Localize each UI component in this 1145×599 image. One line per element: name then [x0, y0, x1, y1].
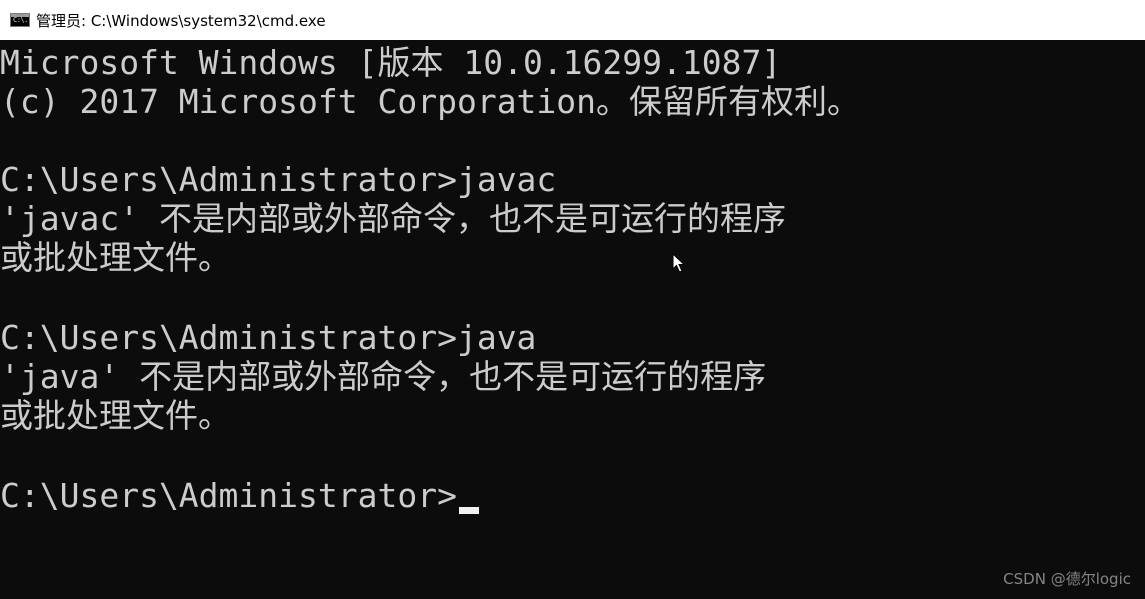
window-title: 管理员: C:\Windows\system32\cmd.exe — [36, 11, 326, 30]
console-line: 或批处理文件。 — [0, 396, 231, 435]
console-line: C:\Users\Administrator>java — [0, 318, 537, 357]
console-output[interactable]: Microsoft Windows [版本 10.0.16299.1087] (… — [0, 40, 1145, 599]
console-prompt-line[interactable]: C:\Users\Administrator> — [0, 476, 479, 515]
title-bar[interactable]: C:\. 管理员: C:\Windows\system32\cmd.exe — [0, 0, 1145, 40]
console-line: Microsoft Windows [版本 10.0.16299.1087] — [0, 43, 782, 82]
console-line: 'java' 不是内部或外部命令，也不是可运行的程序 — [0, 357, 767, 396]
console-prompt: C:\Users\Administrator> — [0, 476, 457, 515]
mouse-pointer-icon — [672, 253, 686, 273]
cmd-icon[interactable]: C:\. — [10, 13, 30, 27]
text-cursor — [458, 507, 479, 514]
cmd-window: C:\. 管理员: C:\Windows\system32\cmd.exe Mi… — [0, 0, 1145, 599]
cmd-icon-glyph: C:\. — [13, 16, 28, 24]
console-line: C:\Users\Administrator>javac — [0, 160, 557, 199]
watermark: CSDN @德尔logic — [1003, 570, 1131, 588]
console-line: 或批处理文件。 — [0, 238, 231, 277]
console-line: (c) 2017 Microsoft Corporation。保留所有权利。 — [0, 82, 861, 121]
console-line: 'javac' 不是内部或外部命令，也不是可运行的程序 — [0, 199, 786, 238]
